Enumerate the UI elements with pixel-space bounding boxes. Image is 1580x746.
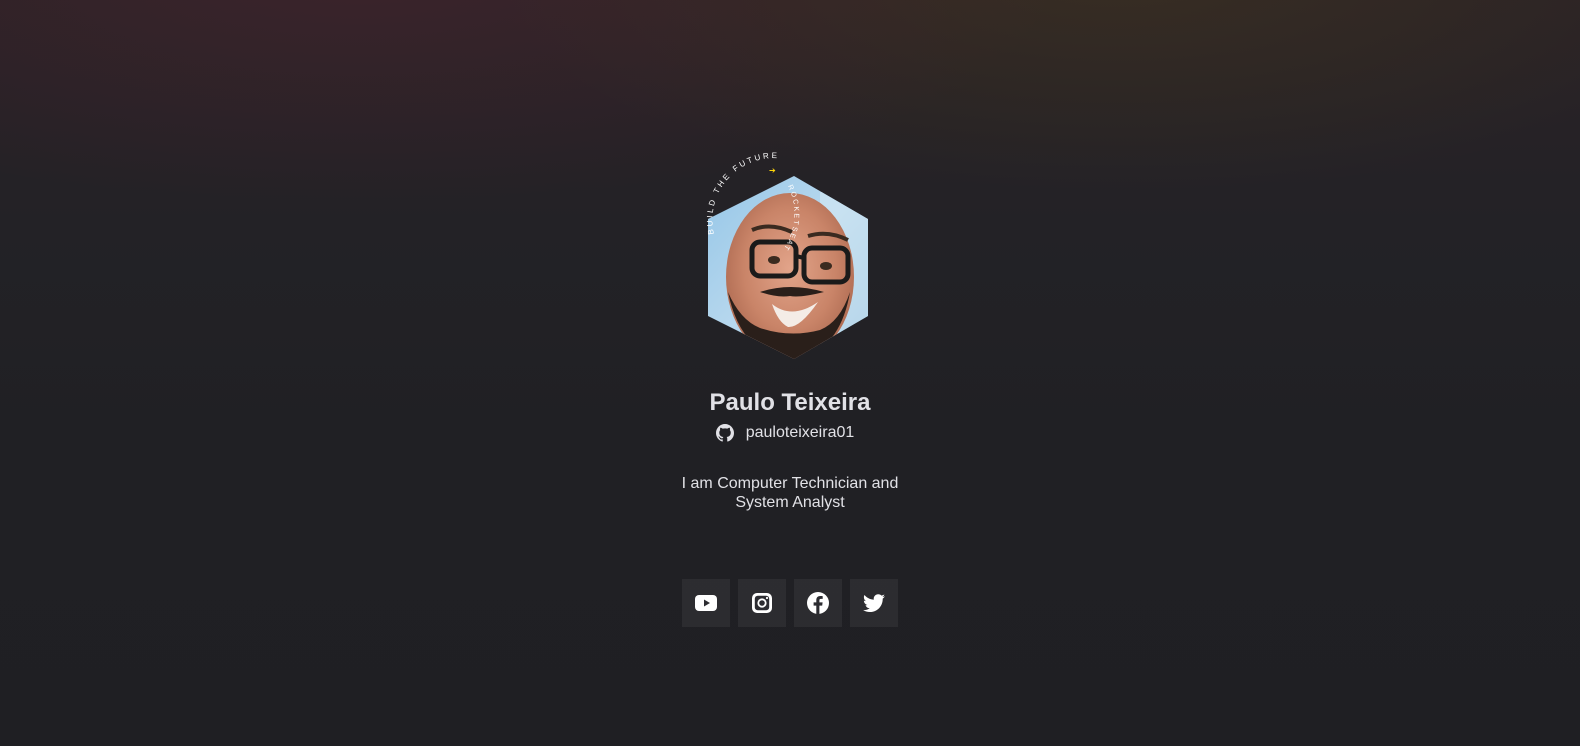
profile-name: Paulo Teixeira (709, 389, 871, 416)
youtube-icon (695, 595, 717, 611)
instagram-icon (752, 593, 772, 613)
youtube-button[interactable] (682, 579, 730, 627)
github-icon (715, 424, 734, 442)
profile-page: BUILD THE FUTURE ➔ ROCKETSEAT Paulo Teix… (0, 0, 1580, 746)
social-links (0, 579, 1580, 627)
bio-line-1: I am Computer Technician and (681, 475, 899, 492)
profile-bio: I am Computer Technician and System Anal… (0, 474, 1580, 512)
facebook-icon (807, 592, 829, 614)
instagram-button[interactable] (738, 579, 786, 627)
bio-line-2: System Analyst (735, 494, 845, 511)
facebook-button[interactable] (794, 579, 842, 627)
avatar: BUILD THE FUTURE ➔ ROCKETSEAT (700, 152, 888, 366)
github-link[interactable]: pauloteixeira01 (0, 421, 1580, 445)
twitter-button[interactable] (850, 579, 898, 627)
ring-arrow-icon: ➔ (769, 166, 776, 175)
twitter-icon (863, 594, 885, 612)
github-username: pauloteixeira01 (745, 424, 855, 441)
avatar-image: BUILD THE FUTURE ➔ ROCKETSEAT (705, 152, 868, 359)
